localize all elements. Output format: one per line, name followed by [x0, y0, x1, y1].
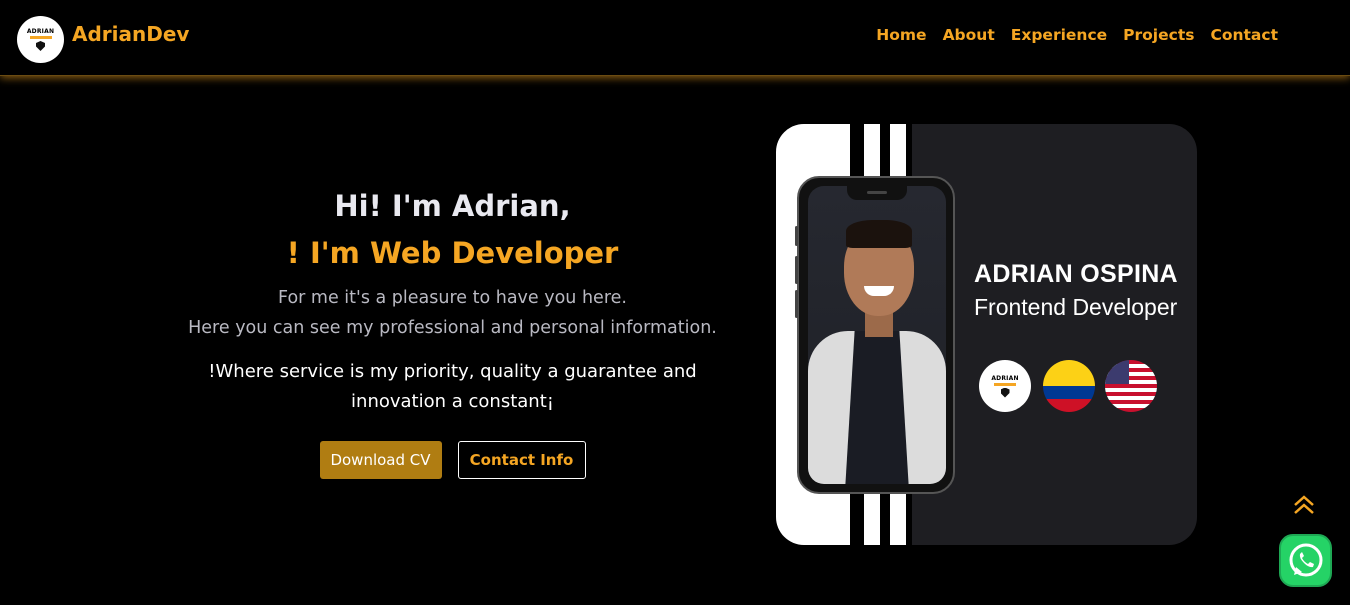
card-name: ADRIAN OSPINA — [974, 260, 1178, 288]
intro-line-2: Here you can see my professional and per… — [188, 318, 717, 338]
site-header: ADRIAN AdrianDev Home About Experience P… — [0, 0, 1350, 76]
profile-photo — [808, 186, 946, 484]
phone-mockup — [795, 176, 955, 494]
hero-motto: !Where service is my priority, quality a… — [208, 361, 697, 412]
logo-bar — [994, 382, 1016, 386]
nav-home[interactable]: Home — [876, 26, 926, 44]
hero-buttons: Download CV Contact Info — [130, 441, 775, 479]
logo-badge: ADRIAN — [979, 360, 1031, 412]
main-nav: Home About Experience Projects Contact — [876, 26, 1278, 44]
whatsapp-icon — [1289, 543, 1322, 576]
double-chevron-up-icon[interactable] — [1291, 492, 1317, 518]
usa-flag-canton — [1105, 360, 1129, 384]
brand-name[interactable]: AdrianDev — [72, 22, 189, 46]
phone-side-button — [795, 290, 798, 318]
phone-speaker — [867, 191, 887, 194]
contact-info-button[interactable]: Contact Info — [457, 441, 586, 479]
logo-text-top: ADRIAN — [26, 28, 55, 35]
intro-line-1: For me it's a pleasure to have you here. — [278, 288, 627, 308]
badge-logo-text: ADRIAN — [991, 374, 1019, 382]
nav-projects[interactable]: Projects — [1123, 26, 1194, 44]
phone-notch — [847, 186, 907, 200]
colombia-flag-icon — [1043, 360, 1095, 412]
download-cv-button[interactable]: Download CV — [319, 441, 442, 479]
nav-about[interactable]: About — [943, 26, 995, 44]
usa-flag-icon — [1105, 360, 1157, 412]
site-logo[interactable]: ADRIAN — [17, 16, 64, 63]
whatsapp-button[interactable] — [1279, 534, 1332, 587]
hero-intro: For me it's a pleasure to have you here.… — [130, 283, 775, 343]
nav-experience[interactable]: Experience — [1011, 26, 1107, 44]
phone-side-button — [795, 226, 798, 246]
card-title: Frontend Developer — [974, 294, 1178, 320]
hero-role: ! I'm Web Developer — [286, 236, 619, 270]
photo-hair — [846, 220, 912, 248]
nav-contact[interactable]: Contact — [1210, 26, 1278, 44]
hero-section: Hi! I'm Adrian, ! I'm Web Developer For … — [130, 185, 775, 479]
logo-bar — [29, 36, 52, 39]
shield-icon — [36, 41, 45, 51]
profile-card: ADRIAN OSPINA Frontend Developer ADRIAN — [776, 124, 1197, 545]
photo-shirt — [845, 331, 909, 484]
hero-greeting: Hi! I'm Adrian, — [334, 189, 571, 223]
shield-icon — [1000, 387, 1010, 398]
phone-side-button — [795, 256, 798, 284]
